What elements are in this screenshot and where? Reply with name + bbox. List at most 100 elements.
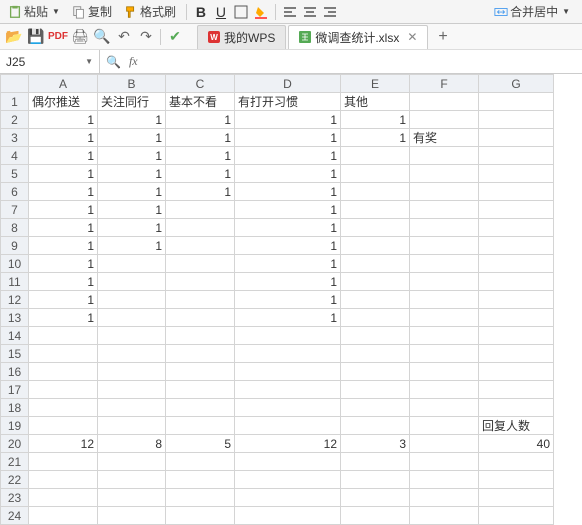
cell[interactable]: 40 — [479, 435, 554, 453]
cell[interactable]: 1 — [166, 147, 235, 165]
cell[interactable] — [166, 489, 235, 507]
cell[interactable]: 1 — [29, 291, 98, 309]
cell[interactable] — [410, 471, 479, 489]
cell[interactable] — [410, 183, 479, 201]
row-header[interactable]: 18 — [1, 399, 29, 417]
cell[interactable] — [235, 417, 341, 435]
cell[interactable]: 回复人数 — [479, 417, 554, 435]
cell[interactable] — [341, 327, 410, 345]
cell[interactable] — [479, 201, 554, 219]
cell[interactable]: 有打开习惯 — [235, 93, 341, 111]
cell[interactable] — [166, 201, 235, 219]
cell[interactable] — [166, 309, 235, 327]
copy-button[interactable]: 复制 — [68, 1, 116, 22]
cell[interactable] — [166, 327, 235, 345]
cell[interactable]: 1 — [235, 183, 341, 201]
cell[interactable]: 1 — [235, 309, 341, 327]
cell[interactable] — [341, 201, 410, 219]
cell[interactable] — [98, 381, 166, 399]
cell[interactable] — [235, 381, 341, 399]
cell[interactable] — [410, 237, 479, 255]
cell[interactable]: 1 — [235, 147, 341, 165]
cell[interactable]: 1 — [29, 237, 98, 255]
cell[interactable] — [479, 129, 554, 147]
cell[interactable] — [479, 327, 554, 345]
add-tab-button[interactable]: + — [430, 28, 455, 46]
cell[interactable] — [29, 453, 98, 471]
cell[interactable] — [166, 345, 235, 363]
cell[interactable] — [479, 489, 554, 507]
cell[interactable] — [410, 417, 479, 435]
tab-spreadsheet[interactable]: 微调查统计.xlsx ✕ — [288, 25, 428, 49]
cell[interactable] — [29, 381, 98, 399]
cell[interactable] — [479, 453, 554, 471]
cell[interactable] — [479, 147, 554, 165]
cell[interactable] — [479, 165, 554, 183]
cell[interactable]: 12 — [29, 435, 98, 453]
row-header[interactable]: 15 — [1, 345, 29, 363]
cell[interactable] — [166, 255, 235, 273]
cell[interactable] — [98, 417, 166, 435]
tab-my-wps[interactable]: W 我的WPS — [197, 25, 286, 49]
cell[interactable] — [410, 93, 479, 111]
paste-button[interactable]: 粘贴▼ — [4, 1, 64, 22]
cell[interactable] — [235, 507, 341, 525]
cell[interactable]: 1 — [235, 273, 341, 291]
cell[interactable] — [29, 417, 98, 435]
cell[interactable] — [98, 255, 166, 273]
cell[interactable]: 1 — [29, 129, 98, 147]
open-folder-button[interactable]: 📂 — [6, 29, 22, 45]
underline-button[interactable]: U — [213, 4, 229, 20]
col-header-F[interactable]: F — [410, 75, 479, 93]
cell[interactable] — [410, 435, 479, 453]
cell[interactable] — [341, 363, 410, 381]
tab-close-button[interactable]: ✕ — [407, 30, 417, 44]
cell[interactable] — [410, 327, 479, 345]
cell[interactable] — [98, 327, 166, 345]
cell[interactable] — [235, 489, 341, 507]
cell[interactable] — [29, 471, 98, 489]
row-header[interactable]: 23 — [1, 489, 29, 507]
cell[interactable]: 3 — [341, 435, 410, 453]
cell[interactable] — [166, 381, 235, 399]
cell[interactable] — [98, 507, 166, 525]
cell[interactable] — [98, 291, 166, 309]
cell[interactable]: 1 — [235, 291, 341, 309]
cell[interactable] — [98, 363, 166, 381]
cell[interactable]: 1 — [166, 111, 235, 129]
cell[interactable] — [341, 291, 410, 309]
cell[interactable]: 1 — [166, 165, 235, 183]
cell[interactable] — [166, 417, 235, 435]
cell[interactable] — [410, 453, 479, 471]
cell[interactable]: 1 — [29, 255, 98, 273]
select-all-corner[interactable] — [1, 75, 29, 93]
cell[interactable] — [98, 273, 166, 291]
row-header[interactable]: 14 — [1, 327, 29, 345]
cell[interactable] — [410, 111, 479, 129]
cell[interactable] — [166, 399, 235, 417]
cell[interactable]: 8 — [98, 435, 166, 453]
cell[interactable] — [29, 345, 98, 363]
align-left-button[interactable] — [282, 4, 298, 20]
row-header[interactable]: 17 — [1, 381, 29, 399]
cell[interactable] — [479, 93, 554, 111]
cell[interactable] — [235, 327, 341, 345]
cell[interactable] — [341, 381, 410, 399]
cell[interactable] — [341, 255, 410, 273]
cell[interactable]: 1 — [235, 129, 341, 147]
cell[interactable] — [479, 255, 554, 273]
name-box[interactable]: J25 ▼ — [0, 50, 100, 73]
save-button[interactable]: 💾 — [28, 29, 44, 45]
cell[interactable] — [166, 471, 235, 489]
merge-center-button[interactable]: 合并居中▼ — [490, 1, 574, 22]
row-header[interactable]: 6 — [1, 183, 29, 201]
cell[interactable] — [341, 165, 410, 183]
undo-button[interactable]: ↶ — [116, 29, 132, 45]
row-header[interactable]: 16 — [1, 363, 29, 381]
cell[interactable]: 1 — [98, 147, 166, 165]
cell[interactable] — [166, 363, 235, 381]
cell[interactable] — [410, 345, 479, 363]
cell[interactable] — [29, 507, 98, 525]
cell[interactable]: 关注同行 — [98, 93, 166, 111]
row-header[interactable]: 9 — [1, 237, 29, 255]
